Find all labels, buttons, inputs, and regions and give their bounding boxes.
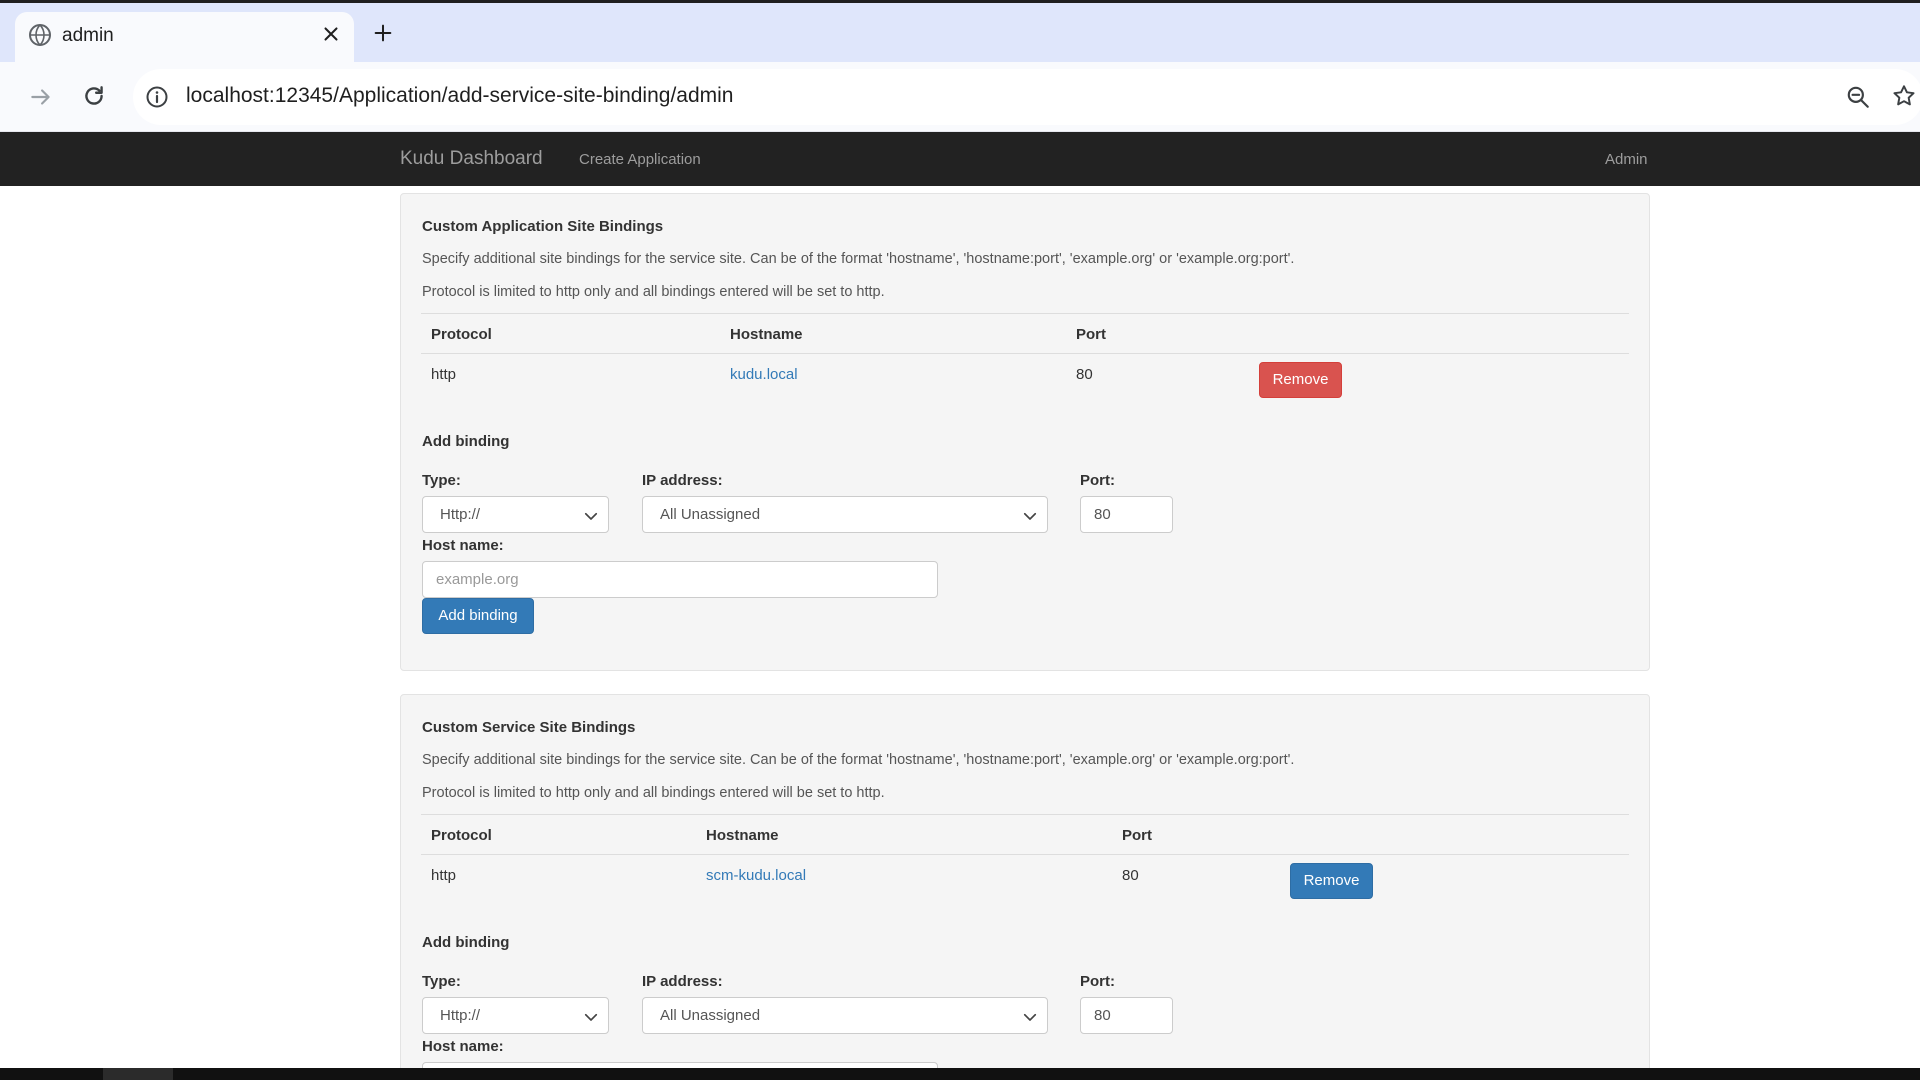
browser-tab[interactable]: admin (15, 12, 354, 63)
cell-protocol: http (431, 366, 457, 383)
type-select-value: Http:// (440, 506, 481, 523)
ip-address-select-value: All Unassigned (660, 506, 761, 523)
column-header-protocol: Protocol (431, 827, 492, 844)
tab-strip: admin (0, 3, 1920, 63)
ip-address-select-value: All Unassigned (660, 1007, 761, 1024)
add-binding-heading: Add binding (422, 934, 510, 951)
brand-link[interactable]: Kudu Dashboard (400, 148, 543, 170)
column-header-hostname: Hostname (730, 326, 803, 343)
cell-port: 80 (1076, 366, 1093, 383)
hostname-link[interactable]: kudu.local (730, 366, 798, 383)
host-name-label: Host name: (422, 1038, 504, 1055)
divider (421, 353, 1629, 354)
chevron-down-icon (1023, 512, 1037, 520)
column-header-hostname: Hostname (706, 827, 779, 844)
globe-icon (29, 23, 51, 47)
type-label: Type: (422, 472, 461, 489)
browser-toolbar: localhost:12345/Application/add-service-… (0, 62, 1920, 132)
port-label: Port: (1080, 472, 1115, 489)
chevron-down-icon (584, 1013, 598, 1021)
url-text[interactable]: localhost:12345/Application/add-service-… (186, 84, 734, 108)
host-name-label: Host name: (422, 537, 504, 554)
cell-port: 80 (1122, 867, 1139, 884)
star-icon[interactable] (1891, 83, 1917, 109)
ip-address-label: IP address: (642, 973, 723, 990)
nav-admin[interactable]: Admin (1605, 151, 1648, 168)
chevron-down-icon (1023, 1013, 1037, 1021)
ip-address-select[interactable]: All Unassigned (642, 496, 1048, 533)
tab-title: admin (62, 25, 114, 46)
type-select-value: Http:// (440, 1007, 481, 1024)
port-input[interactable]: 80 (1080, 496, 1173, 533)
close-icon[interactable] (320, 23, 342, 45)
panel-note: Protocol is limited to http only and all… (422, 284, 885, 300)
panel-title: Custom Application Site Bindings (422, 218, 664, 235)
add-binding-heading: Add binding (422, 433, 510, 450)
ip-address-select[interactable]: All Unassigned (642, 997, 1048, 1034)
host-name-input[interactable]: example.org (422, 561, 938, 598)
type-select[interactable]: Http:// (422, 496, 609, 533)
taskbar-segment (103, 1068, 173, 1080)
taskbar-edge (0, 1068, 1920, 1080)
service-bindings-panel: Custom Service Site Bindings Specify add… (400, 694, 1650, 1080)
chevron-down-icon (584, 512, 598, 520)
port-label: Port: (1080, 973, 1115, 990)
panel-description: Specify additional site bindings for the… (422, 251, 1295, 267)
ip-address-label: IP address: (642, 472, 723, 489)
column-header-port: Port (1122, 827, 1152, 844)
zoom-icon[interactable] (1845, 84, 1871, 110)
type-label: Type: (422, 973, 461, 990)
nav-create-application[interactable]: Create Application (579, 151, 701, 168)
column-header-protocol: Protocol (431, 326, 492, 343)
panel-title: Custom Service Site Bindings (422, 719, 636, 736)
remove-button[interactable]: Remove (1290, 863, 1373, 899)
app-navbar: Kudu Dashboard Create Application Admin (0, 132, 1920, 186)
column-header-port: Port (1076, 326, 1106, 343)
divider (421, 313, 1629, 314)
cell-protocol: http (431, 867, 457, 884)
type-select[interactable]: Http:// (422, 997, 609, 1034)
add-binding-button[interactable]: Add binding (422, 598, 534, 634)
divider (421, 854, 1629, 855)
remove-button[interactable]: Remove (1259, 362, 1342, 398)
plus-icon[interactable] (372, 22, 394, 44)
reload-icon[interactable] (81, 83, 107, 109)
panel-description: Specify additional site bindings for the… (422, 752, 1295, 768)
divider (421, 814, 1629, 815)
panel-note: Protocol is limited to http only and all… (422, 785, 885, 801)
arrow-forward-icon[interactable] (28, 84, 54, 110)
info-icon[interactable] (145, 85, 169, 109)
app-bindings-panel: Custom Application Site Bindings Specify… (400, 193, 1650, 671)
hostname-link[interactable]: scm-kudu.local (706, 867, 806, 884)
port-input[interactable]: 80 (1080, 997, 1173, 1034)
address-bar[interactable]: localhost:12345/Application/add-service-… (133, 69, 1920, 125)
